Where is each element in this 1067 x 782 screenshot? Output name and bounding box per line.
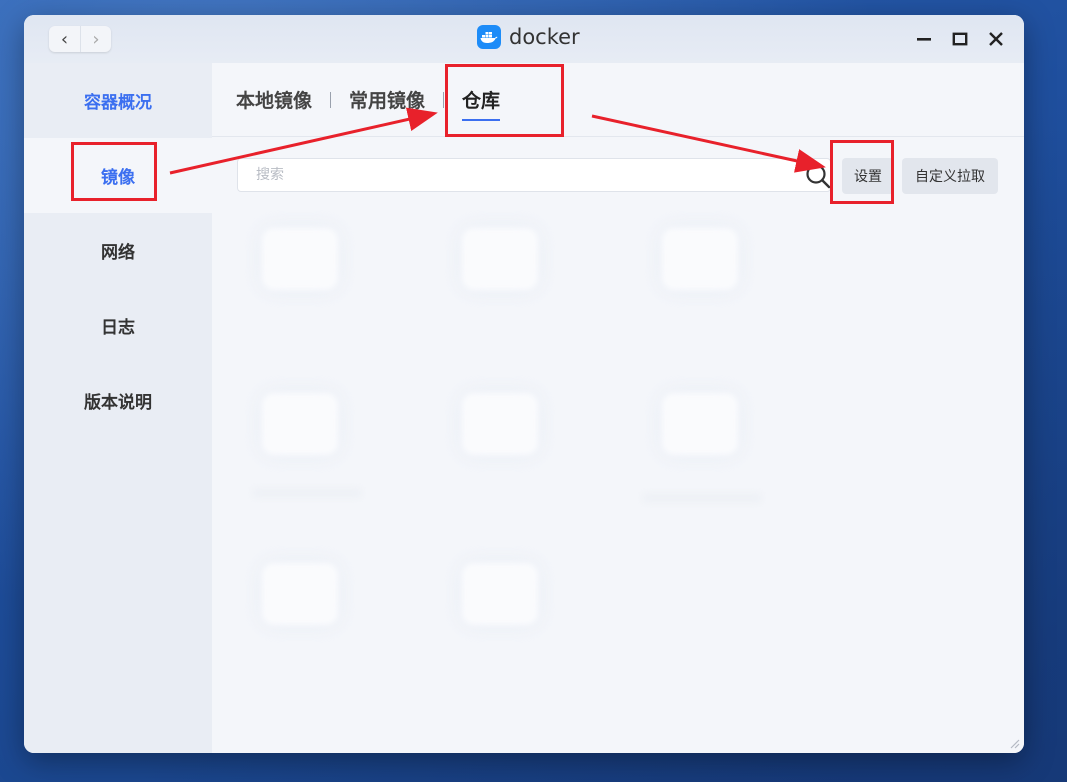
tab-repository[interactable]: 仓库 — [462, 86, 501, 121]
search-row: 设置 自定义拉取 — [237, 158, 1024, 194]
sidebar-item-label: 日志 — [101, 318, 135, 338]
nav-buttons: ‹ › — [49, 26, 111, 52]
placeholder-card — [462, 563, 538, 625]
docker-whale-icon — [477, 25, 501, 49]
sidebar: 容器概况 镜像 网络 日志 版本说明 — [24, 63, 212, 753]
resize-grip-icon[interactable] — [1008, 737, 1020, 749]
maximize-button[interactable] — [950, 27, 970, 51]
forward-button[interactable]: › — [80, 26, 111, 52]
sidebar-item-release-notes[interactable]: 版本说明 — [24, 363, 212, 438]
back-button[interactable]: ‹ — [49, 26, 80, 52]
sidebar-item-container-overview[interactable]: 容器概况 — [24, 63, 212, 138]
chevron-right-icon: › — [92, 28, 100, 50]
sidebar-item-label: 镜像 — [101, 168, 135, 188]
chevron-left-icon: ‹ — [60, 28, 69, 50]
placeholder-card — [462, 393, 538, 455]
app-name: docker — [509, 25, 580, 49]
minimize-icon — [917, 38, 931, 41]
window-controls — [914, 27, 1006, 51]
tab-separator — [443, 91, 445, 108]
placeholder-card — [662, 393, 738, 455]
sidebar-item-images[interactable]: 镜像 — [24, 138, 212, 213]
maximize-icon — [952, 32, 968, 46]
tab-common-images[interactable]: 常用镜像 — [349, 86, 425, 113]
placeholder-card — [262, 393, 338, 455]
tab-separator — [330, 91, 332, 108]
sidebar-item-label: 容器概况 — [84, 93, 152, 113]
placeholder-line — [252, 488, 362, 498]
minimize-button[interactable] — [914, 27, 934, 51]
sidebar-item-label: 版本说明 — [84, 393, 152, 413]
app-title: docker — [477, 25, 580, 49]
sidebar-item-label: 网络 — [101, 243, 135, 263]
main-content: 本地镜像 常用镜像 仓库 设置 自定义拉取 — [212, 63, 1024, 753]
titlebar: ‹ › docker — [24, 15, 1024, 63]
placeholder-card — [462, 228, 538, 290]
close-button[interactable] — [986, 27, 1006, 51]
placeholder-card — [662, 228, 738, 290]
sidebar-item-network[interactable]: 网络 — [24, 213, 212, 288]
placeholder-card — [262, 228, 338, 290]
sidebar-item-logs[interactable]: 日志 — [24, 288, 212, 363]
tabs-bar: 本地镜像 常用镜像 仓库 — [212, 63, 1024, 137]
search-input[interactable] — [237, 158, 831, 192]
tab-local-images[interactable]: 本地镜像 — [236, 86, 312, 113]
custom-pull-button[interactable]: 自定义拉取 — [902, 158, 998, 194]
placeholder-card — [262, 563, 338, 625]
placeholder-line — [642, 493, 762, 503]
docker-app-window: ‹ › docker 容器概况 镜像 网络 日志 版本说明 本地镜像 常用镜像 … — [24, 15, 1024, 753]
close-icon — [989, 32, 1003, 46]
settings-button[interactable]: 设置 — [842, 158, 894, 194]
search-icon[interactable] — [804, 162, 832, 190]
